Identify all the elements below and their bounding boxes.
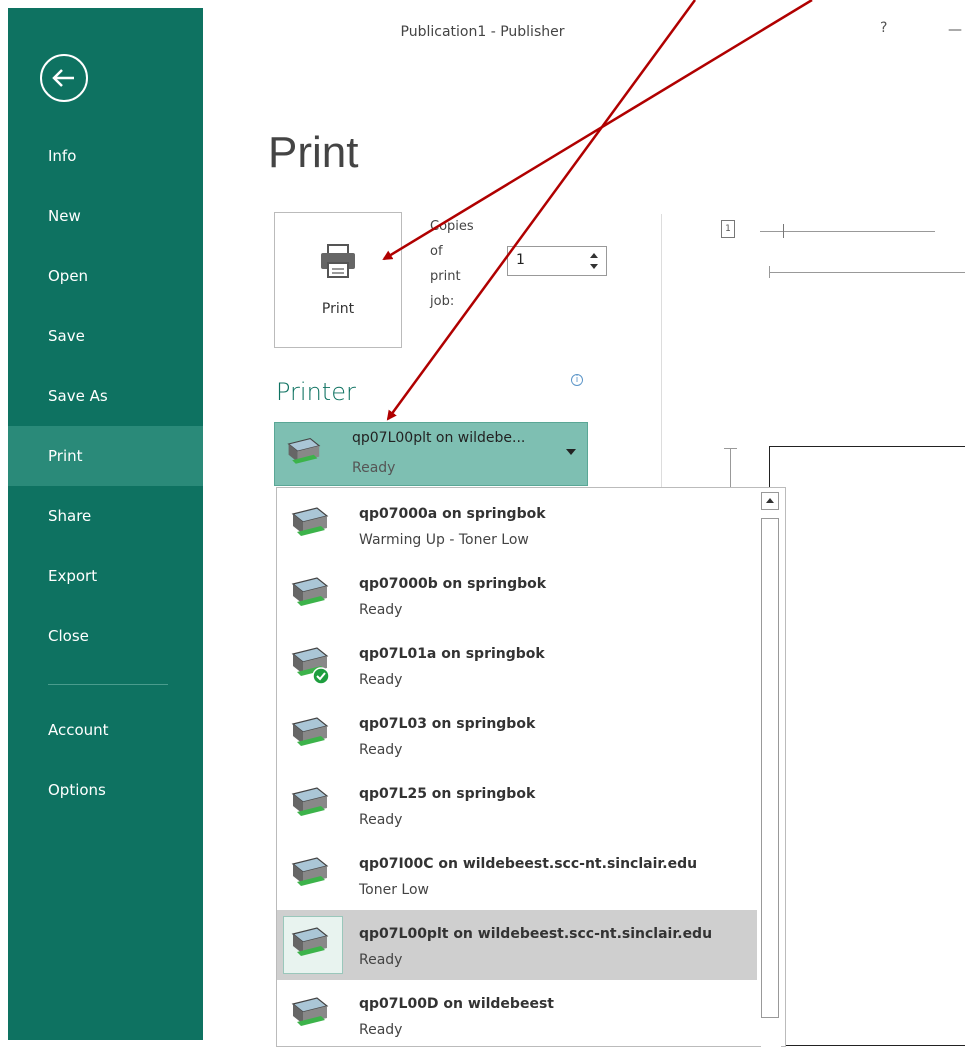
printer-status: Ready	[359, 812, 403, 828]
page-title: Print	[268, 128, 359, 177]
nav-new[interactable]: New	[8, 186, 203, 246]
arrow-to-printer-select	[386, 0, 697, 421]
spinner-icon[interactable]	[588, 250, 600, 272]
printer-name: qp07L03 on springbok	[359, 716, 536, 732]
panel-divider	[661, 214, 662, 494]
nav-print[interactable]: Print	[8, 426, 203, 486]
printer-icon	[291, 577, 329, 606]
copies-value: 1	[516, 252, 525, 268]
printer-icon	[291, 507, 329, 536]
printer-list-item[interactable]: qp07I00C on wildebeest.scc-nt.sinclair.e…	[277, 840, 757, 910]
info-icon[interactable]: i	[571, 374, 583, 386]
printer-icon	[287, 438, 321, 464]
default-check-icon	[312, 667, 330, 684]
printer-name: qp07L01a on springbok	[359, 646, 545, 662]
print-button-label: Print	[321, 301, 355, 317]
help-button[interactable]: ?	[880, 20, 887, 36]
printer-status: Ready	[359, 602, 403, 618]
backstage-sidebar: Info New Open Save Save As Print Share E…	[8, 8, 203, 1040]
printer-name: qp07I00C on wildebeest.scc-nt.sinclair.e…	[359, 856, 698, 872]
printer-status: Warming Up - Toner Low	[359, 532, 529, 548]
ruler-tick	[769, 266, 770, 278]
printer-list-item[interactable]: qp07L00D on wildebeest Ready	[277, 980, 757, 1046]
printer-list-item[interactable]: qp07L25 on springbok Ready	[277, 770, 757, 840]
printer-name: qp07000a on springbok	[359, 506, 546, 522]
chevron-down-icon	[566, 449, 576, 455]
scrollbar[interactable]	[761, 492, 781, 1047]
printer-icon	[291, 927, 329, 956]
printer-status: Ready	[359, 742, 403, 758]
printer-list-item[interactable]: qp07000b on springbok Ready	[277, 560, 757, 630]
back-arrow-icon[interactable]	[40, 54, 88, 102]
printer-status: Toner Low	[359, 882, 429, 898]
printer-status: Ready	[359, 1022, 403, 1038]
nav-close[interactable]: Close	[8, 606, 203, 666]
copies-label-line4: job:	[430, 294, 455, 309]
print-preview-page	[769, 446, 965, 1046]
printer-icon	[321, 244, 355, 278]
copies-label-line1: Copies	[430, 219, 474, 234]
ruler-horizontal	[769, 272, 965, 273]
sidebar-divider	[48, 684, 168, 685]
printer-list-item[interactable]: qp07L03 on springbok Ready	[277, 700, 757, 770]
window-title: Publication1 - Publisher	[400, 24, 565, 40]
nav-options[interactable]: Options	[8, 760, 203, 820]
copies-label-line2: of	[430, 244, 443, 259]
printer-icon	[291, 717, 329, 746]
printer-select[interactable]: qp07L00plt on wildebe... Ready	[274, 422, 588, 486]
printer-icon	[291, 787, 329, 816]
nav-save-as[interactable]: Save As	[8, 366, 203, 426]
nav-info[interactable]: Info	[8, 126, 203, 186]
printer-name: qp07L00plt on wildebeest.scc-nt.sinclair…	[359, 926, 713, 942]
printer-section-heading: Printer	[276, 378, 356, 406]
nav-share[interactable]: Share	[8, 486, 203, 546]
selected-printer-status: Ready	[352, 460, 396, 476]
nav-export[interactable]: Export	[8, 546, 203, 606]
nav-account[interactable]: Account	[8, 700, 203, 760]
selected-printer-name: qp07L00plt on wildebe...	[352, 430, 526, 446]
scroll-up-button[interactable]	[761, 492, 779, 510]
printer-list-item[interactable]: qp07000a on springbok Warming Up - Toner …	[277, 490, 757, 560]
nav-open[interactable]: Open	[8, 246, 203, 306]
page-number-icon: 1	[721, 220, 735, 238]
printer-name: qp07L00D on wildebeest	[359, 996, 554, 1012]
copies-label-line3: print	[430, 269, 461, 284]
printer-icon	[291, 997, 329, 1026]
minimize-button[interactable]: —	[948, 22, 962, 38]
printer-name: qp07000b on springbok	[359, 576, 547, 592]
zoom-slider-thumb[interactable]	[783, 224, 784, 238]
printer-list-item[interactable]: qp07L01a on springbok Ready	[277, 630, 757, 700]
printer-icon	[291, 857, 329, 886]
scroll-thumb[interactable]	[761, 518, 779, 1018]
copies-input[interactable]: 1	[507, 246, 607, 276]
zoom-slider-track[interactable]	[760, 231, 935, 232]
printer-status: Ready	[359, 672, 403, 688]
print-button[interactable]: Print	[274, 212, 402, 348]
printer-icon	[291, 647, 330, 684]
ruler-vertical-cap	[724, 448, 737, 449]
nav-save[interactable]: Save	[8, 306, 203, 366]
printer-list-item[interactable]: qp07L00plt on wildebeest.scc-nt.sinclair…	[277, 910, 757, 980]
printer-status: Ready	[359, 952, 403, 968]
printer-name: qp07L25 on springbok	[359, 786, 536, 802]
printer-dropdown-list: qp07000a on springbok Warming Up - Toner …	[276, 487, 786, 1047]
